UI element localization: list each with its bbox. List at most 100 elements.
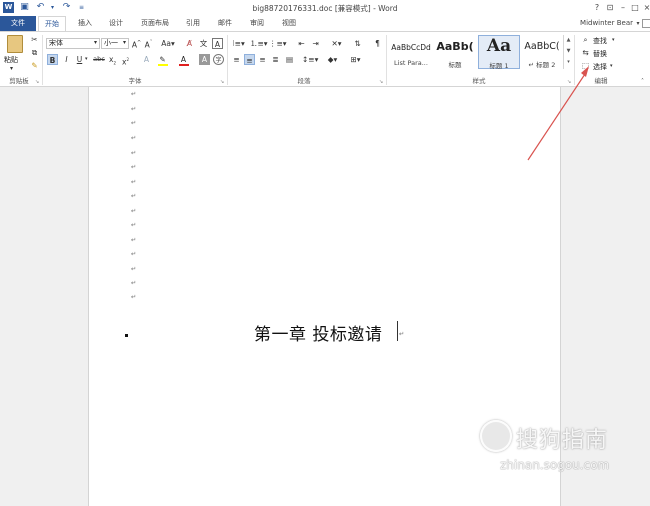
style-heading-1[interactable]: Aa 标题 1 [478, 35, 520, 70]
shading-icon[interactable]: ◆▾ [325, 54, 340, 65]
paragraph-mark: ↵ [131, 90, 137, 98]
font-name-dropdown-icon[interactable]: ▾ [94, 39, 97, 46]
tab-design[interactable]: 设计 [103, 16, 129, 31]
help-button[interactable]: ? [591, 2, 603, 13]
paragraph-mark: ↵ [131, 134, 137, 142]
select-button[interactable]: 选择 [593, 62, 607, 72]
tab-review[interactable]: 审阅 [244, 16, 270, 31]
minimize-button[interactable]: – [617, 2, 629, 13]
align-right-icon[interactable]: ≡ [257, 54, 268, 65]
paragraph-mark: ↵ [131, 236, 137, 244]
numbering-icon[interactable]: ⒈≡▾ [250, 38, 268, 49]
justify-icon[interactable]: ≣ [270, 54, 281, 65]
character-shading-icon[interactable]: A [199, 54, 210, 65]
superscript-button[interactable]: x2 [120, 54, 131, 67]
font-size-value: 小一 [104, 39, 118, 47]
tab-view[interactable]: 视图 [276, 16, 302, 31]
style-name: 标题 [448, 61, 462, 69]
tab-mailings[interactable]: 邮件 [212, 16, 238, 31]
select-icon[interactable]: ⬚ [580, 60, 591, 71]
chinese-layout-icon[interactable]: ✕▾ [329, 38, 344, 49]
increase-indent-icon[interactable]: ⇥ [310, 38, 321, 49]
copy-icon[interactable]: ⧉ [29, 47, 40, 58]
align-center-icon[interactable]: ≡ [244, 54, 255, 65]
paragraph-mark: ↵ [131, 192, 137, 200]
tab-references[interactable]: 引用 [181, 16, 205, 31]
chapter-heading[interactable]: 第一章 投标邀请 [254, 320, 382, 345]
paste-button-label[interactable]: 粘贴 [4, 55, 18, 65]
align-left-icon[interactable]: ≡ [231, 54, 242, 65]
paragraph-mark: ↵ [131, 207, 137, 215]
replace-button[interactable]: 替换 [593, 49, 607, 59]
paragraph-mark: ↵ [131, 221, 137, 229]
font-launcher-icon[interactable]: ↘ [220, 79, 224, 85]
font-size-dropdown-icon[interactable]: ▾ [123, 39, 126, 46]
font-name-select[interactable]: 宋体 [46, 38, 100, 49]
paragraph-mark: ↵ [131, 163, 137, 171]
styles-launcher-icon[interactable]: ↘ [567, 79, 571, 85]
change-case-icon[interactable]: Aa▾ [160, 38, 176, 49]
clipboard-launcher-icon[interactable]: ↘ [35, 79, 39, 85]
tab-page-layout[interactable]: 页面布局 [135, 16, 175, 31]
strikethrough-button[interactable]: abc [92, 54, 106, 65]
restore-button[interactable]: □ [629, 2, 641, 13]
underline-dropdown-icon[interactable]: ▾ [85, 56, 88, 62]
paste-dropdown-icon[interactable]: ▾ [10, 65, 13, 72]
text-cursor [397, 321, 398, 341]
paragraph-group-label: 段落 [297, 77, 311, 85]
bold-button[interactable]: B [47, 54, 58, 65]
character-border-icon[interactable]: A [212, 38, 223, 49]
styles-gallery-scroll[interactable]: ▲ ▼ ▾ [563, 35, 573, 69]
shrink-font-icon[interactable]: Aˇ [143, 38, 154, 50]
style-list-paragraph[interactable]: AaBbCcDd List Para... [390, 35, 432, 69]
user-dropdown-icon[interactable]: ▾ [634, 16, 642, 31]
subscript-button[interactable]: x2 [107, 54, 118, 66]
avatar[interactable] [642, 19, 650, 28]
user-name[interactable]: Midwinter Bear [573, 16, 633, 31]
decrease-indent-icon[interactable]: ⇤ [296, 38, 307, 49]
italic-button[interactable]: I [61, 54, 72, 65]
find-button[interactable]: 查找 [593, 36, 607, 46]
paragraph-launcher-icon[interactable]: ↘ [379, 79, 383, 85]
select-dropdown-icon[interactable]: ▾ [610, 63, 613, 69]
paragraph-mark: ↵ [131, 178, 137, 186]
underline-button[interactable]: U [74, 54, 85, 65]
line-spacing-icon[interactable]: ↕≡▾ [302, 54, 318, 65]
tab-insert[interactable]: 插入 [72, 16, 98, 31]
borders-icon[interactable]: ⊞▾ [348, 54, 363, 65]
style-heading-2[interactable]: AaBbC( ↵ 标题 2 [523, 35, 561, 69]
find-icon[interactable]: ⌕ [580, 34, 591, 45]
format-painter-icon[interactable]: ✎ [29, 60, 40, 71]
style-title[interactable]: AaBb( 标题 [435, 35, 475, 69]
sort-icon[interactable]: ⇅ [352, 38, 363, 49]
paragraph-mark: ↵ [131, 250, 137, 258]
style-name: 标题 1 [489, 62, 509, 70]
bullets-icon[interactable]: ⁝≡▾ [231, 38, 246, 49]
paragraph-mark: ↵ [131, 149, 137, 157]
grow-font-icon[interactable]: A^ [131, 38, 142, 50]
tab-file[interactable]: 文件 [0, 16, 36, 31]
collapse-ribbon-icon[interactable]: ˄ [641, 78, 644, 85]
font-color-bar [179, 64, 189, 66]
multilevel-list-icon[interactable]: ⋮≡▾ [269, 38, 287, 49]
ribbon-tabs: 文件 开始 插入 设计 页面布局 引用 邮件 审阅 视图 Midwinter B… [0, 16, 650, 31]
paste-icon[interactable] [7, 35, 23, 53]
text-effects-icon[interactable]: A [141, 54, 152, 65]
replace-icon[interactable]: ⇆ [580, 47, 591, 58]
enclose-characters-icon[interactable]: 字 [213, 54, 224, 65]
cut-icon[interactable]: ✂ [29, 34, 40, 45]
tab-home[interactable]: 开始 [38, 16, 66, 31]
editing-group-label: 编辑 [594, 77, 608, 85]
style-sample: AaBbC( [524, 41, 560, 52]
find-dropdown-icon[interactable]: ▾ [612, 37, 615, 43]
paragraph-mark: ↵ [131, 293, 137, 301]
close-button[interactable]: × [641, 2, 650, 13]
distributed-icon[interactable]: ▤ [284, 54, 295, 65]
show-formatting-marks-icon[interactable]: ¶ [372, 38, 383, 49]
ribbon-display-options-icon[interactable]: ⊡ [604, 2, 616, 13]
style-name: List Para... [394, 59, 428, 67]
watermark-logo-icon [480, 420, 512, 452]
phonetic-guide-icon[interactable]: 文 [198, 38, 209, 49]
clear-formatting-icon[interactable]: A̸ [184, 38, 195, 49]
group-separator [386, 35, 387, 85]
